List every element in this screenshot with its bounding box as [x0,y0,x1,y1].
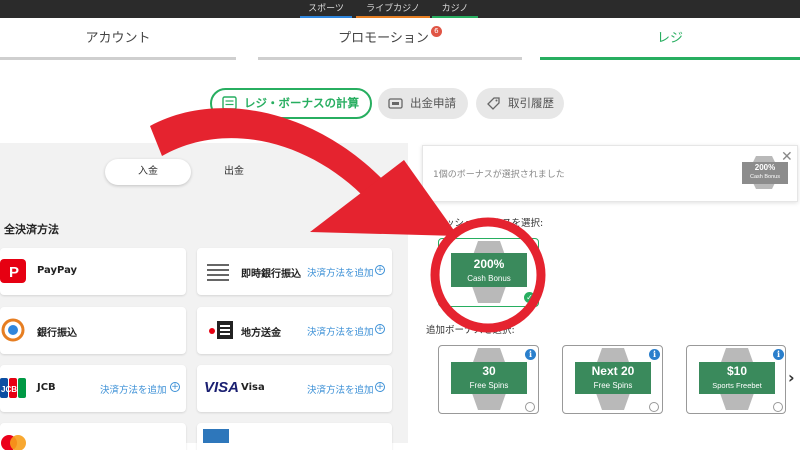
topnav-sports-label: スポーツ [308,4,344,14]
extra-bonus-radio[interactable] [773,402,783,412]
mastercard-logo [1,435,26,450]
extra-bonus-radio[interactable] [525,402,535,412]
deposit-withdraw-toggle: 入金 出金 [105,159,277,185]
topnav-live-casino[interactable]: ライブカジノ [356,2,430,18]
subtab-bonus-calc-label: レジ・ボーナスの計算 [244,96,359,110]
extra-bonus-badge: 30 Free Spins [451,362,527,394]
topnav-casino[interactable]: カジノ [432,2,478,18]
subtab-transaction-history[interactable]: 取引履歴 [476,88,564,119]
deposit-label: 入金 [138,166,158,177]
extra-bonus-heading: 追加ボーナスを選択: [426,325,515,336]
info-icon[interactable]: i [649,349,660,360]
payment-card-local-remit[interactable]: 地方送金 決済方法を追加 + [197,307,392,354]
info-icon[interactable]: i [773,349,784,360]
topnav-casino-label: カジノ [441,4,469,14]
tab-promotion-bar [258,57,522,60]
cash-bonus-card[interactable]: 200% Cash Bonus ✓ [438,238,539,307]
payment-card-mastercard[interactable] [0,423,186,450]
local-remit-icon [209,321,233,339]
cash-bonus-badge: 200% Cash Bonus [451,253,527,287]
subtab-withdraw-request[interactable]: 出金申請 [378,88,468,119]
tab-cashier[interactable]: レジ [540,18,800,60]
extra-bonus-card-next-free-spins[interactable]: Next 20 Free Spins i [562,345,663,414]
withdraw-icon [388,98,403,109]
payment-card-jcb[interactable]: JCB JCB 決済方法を追加 + [0,365,186,412]
tab-account[interactable]: アカウント [0,18,236,60]
jcb-logo-text: JCB [1,385,17,394]
extra-bonus-card-free-spins[interactable]: 30 Free Spins i [438,345,539,414]
history-tag-icon [487,97,500,110]
extra-bonus-line1: $10 [726,364,748,378]
svg-text:P: P [9,264,19,281]
tab-account-bar [0,57,236,60]
visa-add-icon[interactable]: + [375,382,385,392]
tab-promotion-label: プロモーション [338,31,429,46]
payment-section-title: 全決済方法 [4,223,59,236]
payment-card-visa[interactable]: VISA Visa 決済方法を追加 + [197,365,392,412]
payment-card-amex[interactable] [197,423,392,450]
extra-bonus-line2: Free Spins [469,381,509,390]
extra-bonus-radio[interactable] [649,402,659,412]
instant-bank-add-link[interactable]: 決済方法を追加 [307,265,374,279]
main-tab-row: アカウント プロモーション 6 レジ [0,18,800,60]
jcb-name: JCB [37,382,56,393]
jcb-add-icon[interactable]: + [170,382,180,392]
top-nav-bar: スポーツ ライブカジノ カジノ [0,0,800,18]
cash-bonus-line2: Cash Bonus [467,274,511,283]
selected-bonus-text: 1個のボーナスが選択されました [433,170,565,180]
subtab-withdraw-label: 出金申請 [410,96,456,110]
bank-lines-icon [207,264,229,281]
subtab-bonus-calc[interactable]: レジ・ボーナスの計算 [210,88,372,119]
calculator-icon [222,96,237,110]
extra-bonus-badge: Next 20 Free Spins [575,362,651,394]
paypay-logo: P [0,259,26,283]
withdraw-label: 出金 [224,166,244,177]
jcb-logo: JCB [0,378,26,398]
extra-bonus-card-sports-freebet[interactable]: $10 Sports Freebet i [686,345,786,414]
tab-cashier-label: レジ [656,31,683,46]
tab-account-label: アカウント [85,31,151,46]
instant-bank-name: 即時銀行振込 [241,269,301,280]
paypay-name: PayPay [37,265,78,276]
info-icon[interactable]: i [525,349,536,360]
tab-cashier-bar [540,57,800,60]
selected-badge-line2: Cash Bonus [750,174,780,180]
subtab-history-label: 取引履歴 [508,96,554,110]
withdraw-toggle-option[interactable]: 出金 [191,159,277,185]
local-remit-add-link[interactable]: 決済方法を追加 [307,324,374,338]
payment-card-paypay[interactable]: P PayPay [0,248,186,295]
checkmark-icon: ✓ [524,292,535,303]
cash-bonus-heading: キャッシュボーナスを選択: [426,218,544,229]
local-remit-add-icon[interactable]: + [375,324,385,334]
jcb-add-link[interactable]: 決済方法を追加 [100,382,167,396]
deposit-toggle-option[interactable]: 入金 [105,159,191,185]
amex-logo [203,429,229,443]
topnav-sports[interactable]: スポーツ [300,2,352,18]
selected-bonus-box: 1個のボーナスが選択されました 200% Cash Bonus [422,145,798,202]
topnav-live-casino-label: ライブカジノ [366,4,420,14]
close-icon[interactable]: ✕ [781,150,793,164]
extra-bonus-line2: Sports Freebet [712,381,762,390]
visa-add-link[interactable]: 決済方法を追加 [307,382,374,396]
bank-transfer-icon [1,318,25,342]
extra-bonus-badge: $10 Sports Freebet [699,362,775,394]
extra-bonus-line2: Free Spins [593,381,633,390]
tab-promotion[interactable]: プロモーション 6 [258,18,522,60]
bank-transfer-name: 銀行振込 [37,328,77,339]
instant-bank-add-icon[interactable]: + [375,265,385,275]
payment-card-bank-transfer[interactable]: 銀行振込 [0,307,186,354]
local-remit-name: 地方送金 [241,328,281,339]
chevron-right-icon[interactable]: › [788,368,795,387]
visa-logo: VISA [204,379,240,396]
payment-card-instant-bank[interactable]: 即時銀行振込 決済方法を追加 + [197,248,392,295]
extra-bonus-line1: Next 20 [591,364,635,378]
promotion-count-badge: 6 [430,26,442,37]
selected-bonus-badge: 200% Cash Bonus [742,162,788,184]
visa-name: Visa [241,382,265,393]
extra-bonus-line1: 30 [482,364,496,378]
cash-bonus-line1: 200% [473,257,505,271]
